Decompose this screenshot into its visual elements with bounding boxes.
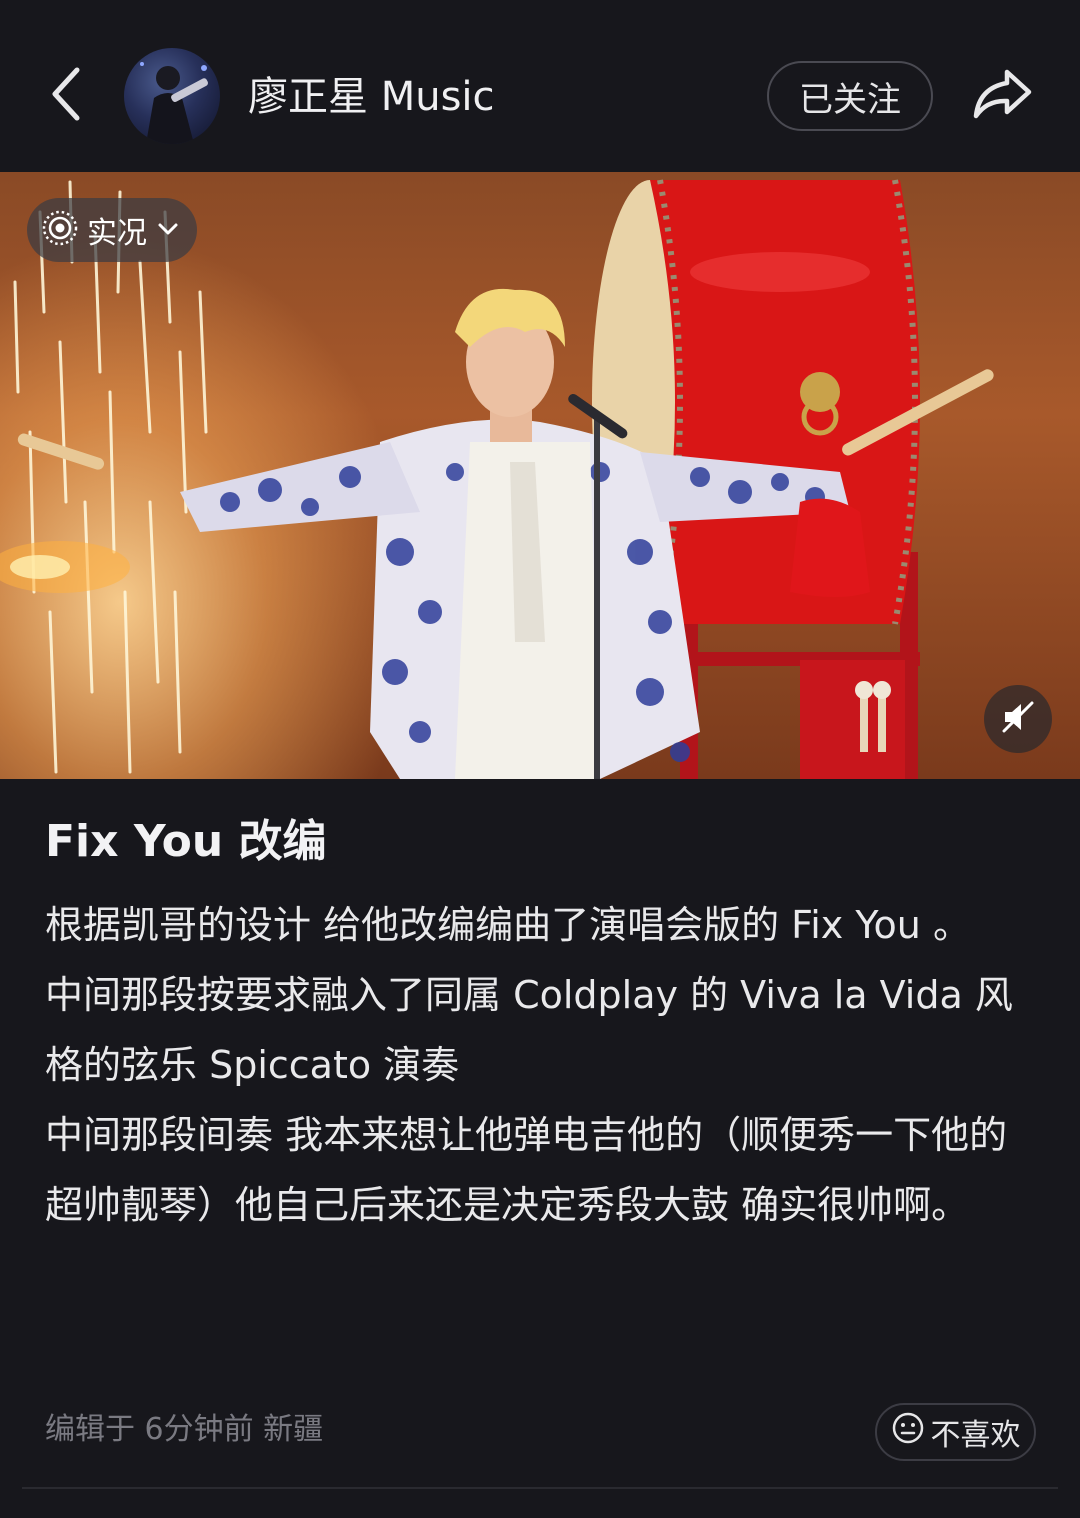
mute-button[interactable] [984, 685, 1052, 753]
avatar[interactable] [124, 48, 220, 144]
post-meta: 编辑于 6分钟前 新疆 [45, 1412, 324, 1447]
live-photo-badge[interactable]: 实况 [27, 198, 197, 262]
post-paragraph: 中间那段间奏 我本来想让他弹电吉他的（顺便秀一下他的超帅靓琴）他自己后来还是决定… [45, 1113, 1008, 1227]
author-name[interactable]: 廖正星 Music [248, 70, 495, 124]
share-arrow-icon [971, 68, 1033, 124]
post-image[interactable]: 实况 [0, 172, 1080, 779]
post-paragraph: 中间那段按要求融入了同属 Coldplay 的 Viva la Vida 风格的… [45, 973, 1013, 1087]
speaker-muted-icon [1001, 700, 1035, 738]
back-button[interactable] [40, 62, 92, 130]
concert-photo [0, 179, 994, 779]
dislike-label: 不喜欢 [930, 1418, 1021, 1453]
divider [22, 1487, 1058, 1489]
post-title: Fix You 改编 [45, 816, 327, 867]
share-button[interactable] [966, 62, 1038, 130]
post-body: 根据凯哥的设计 给他改编编曲了演唱会版的 Fix You 。 中间那段按要求融入… [45, 890, 1035, 1240]
top-bar: 廖正星 Music 已关注 [0, 0, 1080, 172]
live-photo-label: 实况 [87, 216, 147, 251]
live-photo-icon [41, 209, 79, 251]
follow-button[interactable]: 已关注 [767, 61, 933, 131]
post-paragraph: 根据凯哥的设计 给他改编编曲了演唱会版的 Fix You 。 [45, 903, 971, 947]
chevron-left-icon [49, 66, 83, 126]
chevron-down-icon [157, 221, 179, 240]
dislike-button[interactable]: 不喜欢 [875, 1403, 1036, 1461]
sparks [13, 180, 208, 774]
neutral-face-icon [891, 1411, 925, 1453]
